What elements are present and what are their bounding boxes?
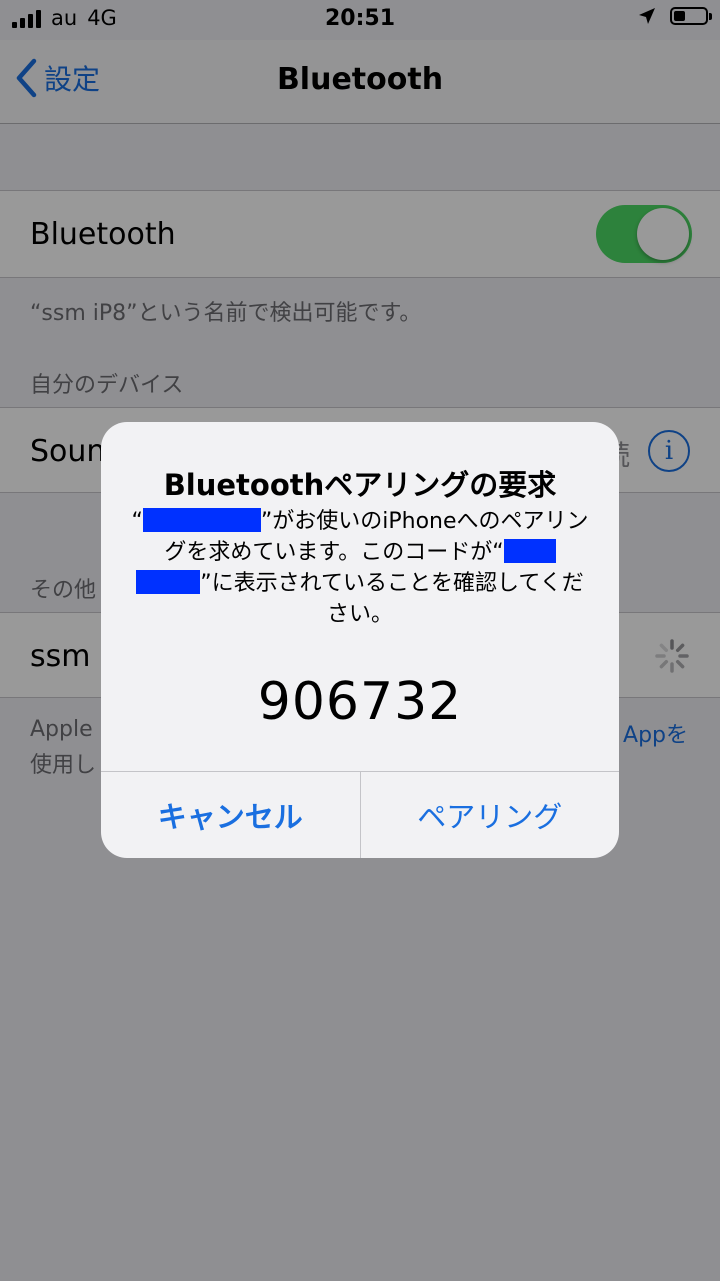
- pairing-code: 906732: [257, 672, 463, 732]
- cancel-button[interactable]: キャンセル: [101, 772, 360, 858]
- redacted-device-name: [503, 539, 556, 563]
- redacted-device-name: [142, 508, 261, 532]
- alert-message-part2: ”に表示されていることを確認してください。: [200, 571, 584, 627]
- pairing-alert: Bluetoothペアリングの要求 “”がお使いのiPhoneへのペアリングを求…: [101, 422, 619, 858]
- alert-title: Bluetoothペアリングの要求: [163, 468, 557, 502]
- pair-button[interactable]: ペアリング: [359, 772, 620, 858]
- alert-buttons: キャンセル ペアリング: [101, 771, 619, 858]
- redacted-device-name: [136, 570, 201, 594]
- alert-message: “”がお使いのiPhoneへのペアリングを求めています。このコードが“ ”に表示さ…: [131, 508, 589, 627]
